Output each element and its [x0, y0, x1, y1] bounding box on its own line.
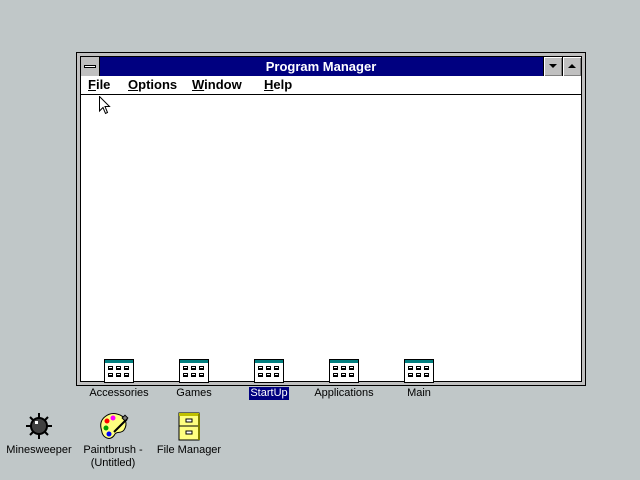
program-group-icon	[404, 359, 434, 383]
group-label: Accessories	[89, 387, 149, 399]
program-manager-workspace: Accessories Games StartUp Applications M…	[81, 95, 581, 400]
group-label-selected: StartUp	[249, 387, 289, 400]
group-label: Applications	[314, 387, 374, 399]
menu-options[interactable]: Options	[128, 76, 177, 94]
program-group-icon	[329, 359, 359, 383]
group-startup[interactable]: StartUp	[229, 359, 309, 401]
title-bar[interactable]: Program Manager	[81, 57, 581, 76]
group-applications[interactable]: Applications	[304, 359, 384, 401]
menu-help[interactable]: Help	[264, 76, 292, 94]
group-label: Games	[176, 387, 212, 399]
desktop-icon-file-manager[interactable]: File Manager	[151, 410, 227, 457]
group-accessories[interactable]: Accessories	[79, 359, 159, 401]
minimize-arrow-icon	[549, 64, 557, 68]
desktop-icon-label-line1: Paintbrush -	[83, 444, 143, 456]
minimize-button[interactable]	[543, 57, 562, 76]
program-group-icon	[104, 359, 134, 383]
system-menu-icon	[84, 65, 96, 68]
mouse-cursor-icon	[99, 96, 111, 115]
group-games[interactable]: Games	[154, 359, 234, 401]
group-main[interactable]: Main	[379, 359, 459, 401]
menu-bar: File Options Window Help	[81, 76, 581, 95]
desktop-icon-paintbrush[interactable]: Paintbrush - (Untitled)	[75, 410, 151, 470]
palette-icon	[100, 413, 129, 439]
desktop-icon-label: File Manager	[156, 444, 222, 456]
program-group-icon	[179, 359, 209, 383]
mine-icon	[26, 413, 52, 439]
program-manager-window[interactable]: Program Manager File Options Window Help	[76, 52, 586, 400]
desktop-icon-label-line2: (Untitled)	[90, 457, 136, 469]
desktop-icon-minesweeper[interactable]: Minesweeper	[1, 410, 77, 457]
file-cabinet-icon	[178, 412, 200, 441]
menu-window[interactable]: Window	[192, 76, 242, 94]
maximize-button[interactable]	[562, 57, 581, 76]
program-group-icon	[254, 359, 284, 383]
desktop-icon-label: Minesweeper	[6, 444, 72, 456]
maximize-arrow-icon	[568, 64, 576, 68]
system-menu-button[interactable]	[81, 57, 100, 76]
window-title: Program Manager	[265, 59, 377, 74]
group-label: Main	[407, 387, 431, 399]
menu-file[interactable]: File	[88, 76, 110, 94]
